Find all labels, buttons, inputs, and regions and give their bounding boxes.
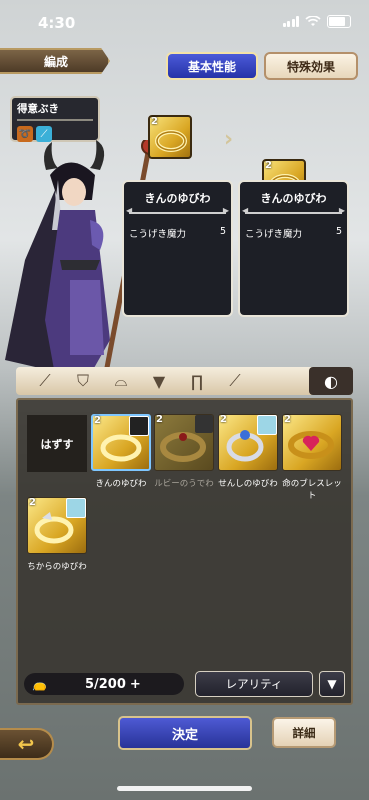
stat-value: 5 <box>219 226 226 237</box>
inventory-item-gold-ring[interactable]: 2 <box>91 414 151 471</box>
equipped-character-icon <box>195 415 213 433</box>
tab-basic-stats[interactable]: 基本性能 <box>166 52 258 80</box>
wifi-icon <box>305 16 321 26</box>
triangle-down-icon: ▼ <box>327 677 337 691</box>
stat-label: こうげき魔力 <box>129 229 187 240</box>
inventory-item-ruby-bracelet[interactable]: 2 <box>154 414 214 471</box>
inventory-item-life-bracelet[interactable]: 2 <box>282 414 342 471</box>
header-title: 編成 <box>0 48 110 74</box>
detail-button[interactable]: 詳細 <box>272 717 336 748</box>
signal-icon <box>282 16 299 27</box>
confirm-button[interactable]: 決定 <box>118 716 252 750</box>
new-stat-panel: きんのゆびわ こうげき魔力 5 <box>238 180 349 317</box>
return-arrow-icon: ↩ <box>17 732 35 756</box>
stat-label: こうげき魔力 <box>245 229 303 240</box>
shield-icon: ⛉ <box>76 371 89 390</box>
pants-icon: ∏ <box>190 371 204 391</box>
capacity-bar: 👝 5/200 + <box>24 673 184 695</box>
favorite-weapon-box: 得意ぶき ➰ ⟋ <box>10 96 100 142</box>
back-button[interactable]: ↩ <box>0 728 54 760</box>
tab-shield[interactable]: ⛉ <box>64 367 102 395</box>
ring-tab-icon: ◐ <box>324 371 338 391</box>
tab-accessory-2[interactable]: ◐ <box>309 367 353 395</box>
accessory-icon: ⟋ <box>229 371 241 390</box>
battery-icon <box>327 15 351 28</box>
equipped-character-icon <box>129 416 149 436</box>
status-icons <box>282 15 351 28</box>
helmet-icon: ⌓ <box>114 371 128 390</box>
item-label: せんしのゆびわ <box>218 479 278 489</box>
armor-icon: ▼ <box>152 371 166 391</box>
item-label: ちからのゆびわ <box>27 562 87 572</box>
tab-special-effects[interactable]: 特殊効果 <box>264 52 358 80</box>
compare-arrow-icon: › <box>224 127 234 152</box>
item-label: ルビーのうでわ <box>154 479 214 489</box>
tab-head[interactable]: ⌓ <box>102 367 140 395</box>
bag-icon: 👝 <box>32 677 47 691</box>
rarity-sort-button[interactable]: レアリティ <box>195 671 313 697</box>
current-stat-panel: きんのゆびわ こうげき魔力 5 <box>122 180 233 317</box>
unequip-button[interactable]: はずす <box>27 415 87 472</box>
capacity-count: 5/200 <box>84 676 126 692</box>
item-label: 命のブレスレット <box>282 479 342 501</box>
status-time: 4:30 <box>38 14 76 32</box>
home-indicator <box>117 786 252 791</box>
tab-body[interactable]: ▼ <box>140 367 178 395</box>
tab-accessory-1[interactable]: ⟋ <box>216 367 254 395</box>
sword-icon: ⟋ <box>39 371 51 390</box>
inventory-item-soldier-ring[interactable]: 2 <box>218 414 278 471</box>
inventory-item-power-ring[interactable]: 2 <box>27 497 87 554</box>
favorite-weapon-title: 得意ぶき <box>17 103 59 115</box>
equipped-character-icon <box>257 415 277 435</box>
equipped-character-icon <box>66 498 86 518</box>
item-name: きんのゆびわ <box>144 192 211 205</box>
current-ring-item[interactable]: 2 <box>148 115 192 159</box>
equipment-category-bar: ⟋ ⛉ ⌓ ▼ ∏ ⟋ ◐ <box>16 367 353 395</box>
item-label: きんのゆびわ <box>95 479 147 489</box>
expand-capacity-button[interactable]: + <box>130 677 141 692</box>
stat-value: 5 <box>335 226 342 237</box>
sort-order-button[interactable]: ▼ <box>319 671 345 697</box>
tab-legs[interactable]: ∏ <box>178 367 216 395</box>
tab-weapon[interactable]: ⟋ <box>26 367 64 395</box>
item-name: きんのゆびわ <box>260 192 327 205</box>
bracelet-icon <box>288 431 334 459</box>
